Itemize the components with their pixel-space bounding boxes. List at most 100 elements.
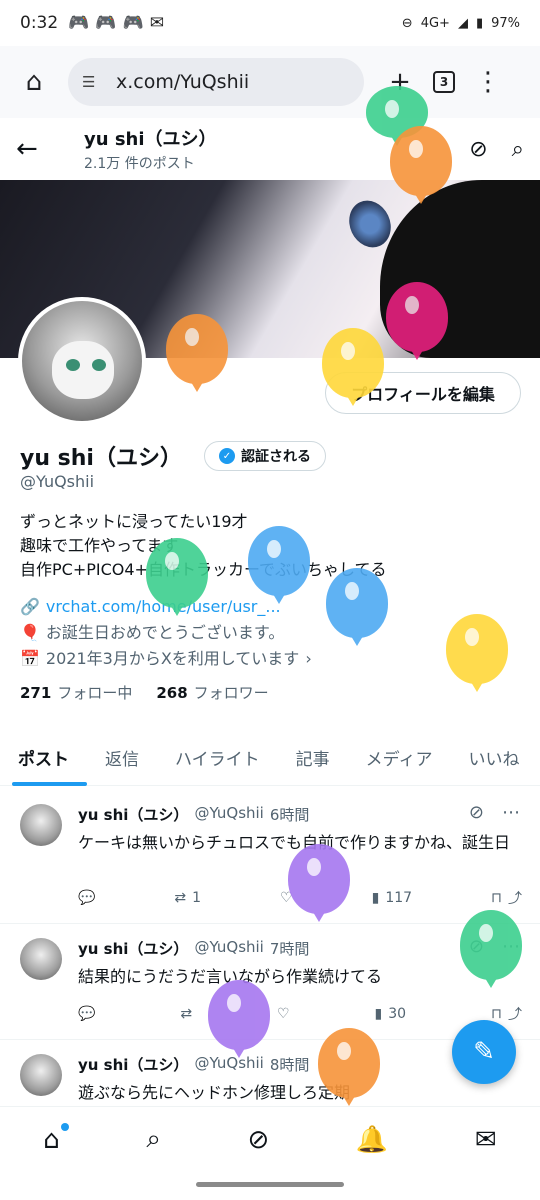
verify-label: 認証される [240, 449, 311, 465]
post-item[interactable]: yu shi（ユシ） @YuQshii 7時間 ⊘⋯ 結果的にうだうだ言いながら… [0, 924, 540, 1040]
bio-line: ずっとネットに浸ってたい19才 [20, 512, 248, 531]
retweet-icon[interactable]: ⇄ [180, 1004, 192, 1024]
bell-icon: 🔔 [355, 1124, 389, 1155]
notification-icons: 🎮 🎮 🎮 ✉ [68, 13, 164, 33]
signal-icon: ◢ [457, 15, 468, 31]
grok-icon[interactable]: ⊘ [469, 802, 484, 823]
nav-grok[interactable]: ⊘ [248, 1125, 270, 1155]
following-link[interactable]: 271 フォロー中 [20, 682, 132, 703]
verified-badge-icon: ✓ [218, 448, 235, 464]
compose-button[interactable]: ✎ [452, 1020, 516, 1084]
avatar-eye [92, 359, 106, 371]
balloon-decoration [146, 538, 208, 608]
bookmark-share[interactable]: ⊓ ⤴ [491, 888, 522, 908]
post-header: yu shi（ユシ） @YuQshii 7時間 [78, 938, 309, 959]
url-bar[interactable]: ☰ x.com/YuQshii [68, 58, 364, 106]
followers-label: フォロワー [193, 684, 269, 702]
balloon-decoration [248, 526, 310, 596]
get-verified-button[interactable]: ✓ 認証される [203, 441, 326, 471]
profile-name: yu shi（ユシ） [20, 446, 182, 471]
share-icon[interactable]: ⤴ [508, 888, 522, 908]
link-icon: 🔗 [20, 597, 40, 616]
site-settings-icon[interactable]: ☰ [82, 73, 104, 91]
tab-highlights[interactable]: ハイライト [157, 730, 278, 786]
home-icon[interactable]: ⌂ [12, 60, 56, 104]
search-icon[interactable]: ⌕ [512, 137, 524, 162]
post-text: 結果的にうだうだ言いながら作業続けてる [78, 967, 383, 986]
reply-icon[interactable]: 💬 [78, 888, 95, 908]
like-icon[interactable]: ♡ [277, 1004, 290, 1024]
gmail-icon: ✉ [149, 13, 164, 33]
chevron-right-icon: › [305, 649, 312, 668]
status-bar: 0:32 🎮 🎮 🎮 ✉ ⊖ 4G+ ◢ ▮ 97% [0, 0, 540, 46]
gesture-bar[interactable] [196, 1182, 344, 1187]
tab-articles[interactable]: 記事 [278, 730, 348, 786]
bookmark-icon[interactable]: ⊓ [491, 1006, 502, 1022]
nav-home[interactable]: ⌂ [43, 1122, 70, 1155]
views-button[interactable]: ▮ 30 [375, 1004, 407, 1024]
tab-likes[interactable]: いいね [450, 730, 537, 786]
discord-icon: 🎮 [95, 13, 117, 33]
post-header: yu shi（ユシ） @YuQshii 8時間 [78, 1054, 309, 1075]
post-avatar[interactable] [20, 938, 62, 980]
bookmark-icon[interactable]: ⊓ [491, 890, 502, 906]
balloon-icon: 🎈 [20, 623, 40, 642]
balloon-decoration [326, 568, 388, 638]
browser-toolbar: ⌂ ☰ x.com/YuQshii + 3 ⋮ [0, 46, 540, 118]
balloon-decoration [390, 126, 452, 196]
post-author[interactable]: yu shi（ユシ） [78, 938, 188, 959]
post-avatar[interactable] [20, 804, 62, 846]
profile-tabs: ポスト 返信 ハイライト 記事 メディア いいね [0, 730, 540, 786]
post-handle: @YuQshii [194, 1054, 264, 1072]
retweet-button[interactable]: ⇄ 1 [174, 888, 201, 908]
views-button[interactable]: ▮ 117 [372, 888, 412, 908]
url-text: x.com/YuQshii [116, 71, 250, 93]
post-handle: @YuQshii [194, 804, 264, 822]
bookmark-share[interactable]: ⊓ ⤴ [491, 1004, 522, 1024]
status-time: 0:32 [20, 13, 59, 33]
compose-icon: ✎ [473, 1037, 495, 1067]
post-handle: @YuQshii [194, 938, 264, 956]
balloon-decoration [446, 614, 508, 684]
profile-header: ← yu shi（ユシ） 2.1万 件のポスト ⊘ ⌕ [0, 118, 540, 180]
search-icon: ⌕ [146, 1124, 161, 1154]
tab-replies[interactable]: 返信 [87, 730, 157, 786]
post-author[interactable]: yu shi（ユシ） [78, 804, 188, 825]
nav-notifications[interactable]: 🔔 [356, 1125, 388, 1155]
dnd-icon: ⊖ [401, 15, 413, 31]
views-icon: ▮ [374, 1006, 383, 1022]
header-name: yu shi（ユシ） [84, 129, 217, 150]
more-icon[interactable]: ⋯ [502, 802, 520, 823]
grok-icon[interactable]: ⊘ [469, 137, 487, 162]
battery-icon: ▮ [475, 15, 484, 31]
balloon-decoration [166, 314, 228, 384]
back-arrow-icon[interactable]: ← [16, 134, 56, 164]
profile-handle: @YuQshii [20, 472, 95, 491]
post-time: 8時間 [269, 1056, 310, 1074]
tab-posts[interactable]: ポスト [0, 730, 87, 786]
nav-search[interactable]: ⌕ [146, 1124, 161, 1155]
post-header: yu shi（ユシ） @YuQshii 6時間 [78, 804, 309, 825]
post-item[interactable]: yu shi（ユシ） @YuQshii 6時間 ⊘ ⋯ ケーキは無いからチュロスで… [0, 790, 540, 924]
reply-icon[interactable]: 💬 [78, 1004, 95, 1024]
more-menu-icon[interactable]: ⋮ [466, 60, 510, 104]
views-icon: ▮ [371, 890, 380, 906]
header-post-count: 2.1万 件のポスト [84, 156, 195, 172]
nav-messages[interactable]: ✉ [475, 1125, 497, 1155]
following-label: フォロー中 [57, 684, 133, 702]
profile-name-row: yu shi（ユシ） ✓ 認証される [20, 440, 326, 472]
tab-switcher-button[interactable]: 3 [422, 60, 466, 104]
tab-media[interactable]: メディア [348, 730, 451, 786]
tab-count: 3 [433, 71, 455, 93]
home-icon: ⌂ [43, 1124, 60, 1155]
avatar-face [52, 341, 114, 399]
joined-text[interactable]: 2021年3月からXを利用しています [46, 646, 299, 672]
post-avatar[interactable] [20, 1054, 62, 1096]
share-icon[interactable]: ⤴ [508, 1004, 522, 1024]
post-text: 遊ぶなら先にヘッドホン修理しろ定期 [78, 1083, 351, 1102]
post-author[interactable]: yu shi（ユシ） [78, 1054, 188, 1075]
followers-link[interactable]: 268 フォロワー [156, 682, 268, 703]
balloon-decoration [288, 844, 350, 914]
follow-stats: 271 フォロー中 268 フォロワー [20, 682, 269, 703]
avatar[interactable] [18, 297, 146, 425]
